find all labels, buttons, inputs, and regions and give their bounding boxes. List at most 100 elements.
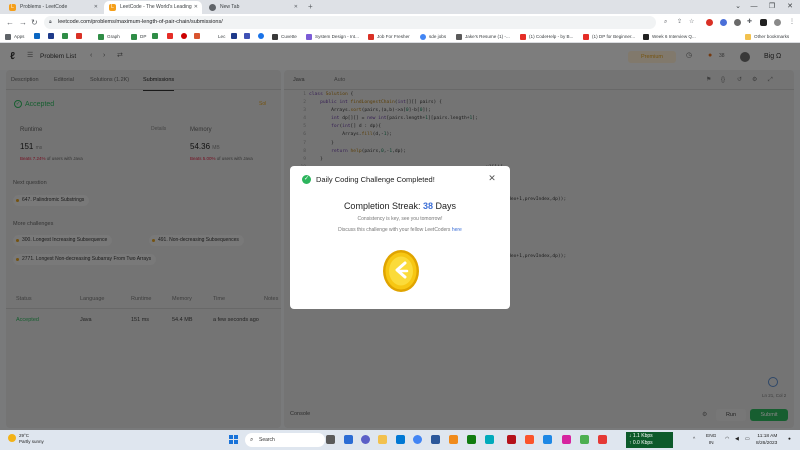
- app-icon[interactable]: [507, 435, 516, 444]
- sun-icon: [8, 434, 16, 442]
- extension-icon[interactable]: [734, 19, 741, 26]
- bookmark-icon: [48, 33, 54, 39]
- close-icon[interactable]: ✕: [294, 1, 298, 14]
- new-tab-button[interactable]: +: [308, 1, 313, 13]
- tab-problems[interactable]: L Problems - LeetCode ✕: [4, 1, 102, 14]
- taskbar-search[interactable]: ⌕ Search: [245, 433, 325, 447]
- volume-icon[interactable]: ◀: [735, 430, 739, 450]
- folder-icon: [745, 34, 751, 40]
- battery-icon[interactable]: ▭: [745, 430, 750, 450]
- file-explorer-icon[interactable]: [378, 435, 387, 444]
- sidepanel-icon[interactable]: [760, 19, 767, 26]
- bookmark-apps[interactable]: Apps: [5, 33, 24, 41]
- youtube-icon: [167, 33, 173, 39]
- app-icon[interactable]: [598, 435, 607, 444]
- gfg-icon: [131, 34, 137, 40]
- tab-title: New Tab: [220, 4, 240, 10]
- bookmark-gfg[interactable]: [62, 33, 68, 42]
- reload-icon[interactable]: ↻: [31, 16, 38, 29]
- bookmark-linkedin[interactable]: [34, 33, 40, 42]
- bookmark-red[interactable]: [181, 33, 187, 42]
- bookmark-sde-jobs[interactable]: sde jobs: [420, 33, 446, 41]
- consistency-note: Consistency is key, see you tomorrow!: [357, 216, 443, 222]
- close-window-button[interactable]: ✕: [780, 0, 800, 13]
- tab-new-tab[interactable]: New Tab ✕: [204, 1, 302, 14]
- zoom-icon[interactable]: ⌕: [664, 16, 667, 29]
- bookmark-c[interactable]: [258, 33, 264, 42]
- bookmark-codehelp[interactable]: (1) CodeHelp - by B...: [520, 33, 573, 41]
- word-icon[interactable]: [431, 435, 440, 444]
- share-icon[interactable]: ⇪: [677, 16, 682, 29]
- notification-icon[interactable]: ●: [788, 430, 791, 450]
- check-circle-icon: ✓: [302, 175, 311, 184]
- bookmark-resume[interactable]: Jake's Resume (1) -...: [456, 33, 510, 41]
- bookmark-n[interactable]: [244, 33, 250, 42]
- profile-avatar[interactable]: [774, 19, 781, 26]
- extension-icon[interactable]: [720, 19, 727, 26]
- bookmark-lec[interactable]: Lec: [218, 33, 225, 41]
- bookmark-gfg2[interactable]: [152, 33, 158, 42]
- edge-icon[interactable]: [396, 435, 405, 444]
- bookmark-m[interactable]: [48, 33, 54, 42]
- instagram-icon[interactable]: [562, 435, 571, 444]
- bookmark-graph[interactable]: Graph: [98, 33, 120, 41]
- challenge-complete-modal: ✓ Daily Coding Challenge Completed! ✕ Co…: [290, 166, 510, 309]
- forward-icon[interactable]: →: [19, 16, 27, 29]
- app-icon[interactable]: [580, 435, 589, 444]
- lock-icon: 🔒︎: [49, 19, 52, 25]
- bookmark-icon: [194, 33, 200, 39]
- taskview-icon[interactable]: [326, 435, 335, 444]
- bookmark-icon: [258, 33, 264, 39]
- close-icon[interactable]: ✕: [194, 1, 198, 14]
- excel-icon[interactable]: [467, 435, 476, 444]
- bookmark-yt[interactable]: [167, 33, 173, 42]
- tray-chevron-icon[interactable]: ^: [693, 430, 695, 450]
- bookmark-mail[interactable]: [76, 33, 82, 42]
- leetcode-favicon-icon: L: [109, 4, 116, 11]
- discuss-link[interactable]: here: [452, 227, 462, 233]
- bookmark-system-design[interactable]: System Design - Int...: [306, 33, 359, 41]
- google-icon: [420, 34, 426, 40]
- browser-tab-bar: L Problems - LeetCode ✕ L LeetCode - The…: [0, 0, 800, 14]
- language-indicator[interactable]: ENG IN: [706, 433, 716, 447]
- wifi-icon[interactable]: ◠: [725, 430, 729, 450]
- bookmark-week6[interactable]: Week 6 Interview Q...: [643, 33, 696, 41]
- modal-title: Daily Coding Challenge Completed!: [316, 175, 435, 184]
- extensions-puzzle-icon[interactable]: ✚: [747, 16, 752, 29]
- bookmark-b[interactable]: [231, 33, 237, 42]
- back-icon[interactable]: ←: [6, 16, 14, 29]
- bookmark-cb[interactable]: [194, 33, 200, 42]
- app-icon[interactable]: [485, 435, 494, 444]
- youtube-icon: [583, 34, 589, 40]
- minimize-button[interactable]: —: [744, 0, 764, 13]
- close-icon[interactable]: ✕: [94, 1, 98, 14]
- gfg-icon: [152, 33, 158, 39]
- bookmark-job[interactable]: Job For Fresher: [368, 33, 410, 41]
- medal-badge-icon: [383, 250, 419, 292]
- vlc-icon[interactable]: [449, 435, 458, 444]
- brave-icon[interactable]: [525, 435, 534, 444]
- extension-icon[interactable]: [706, 19, 713, 26]
- chat-icon[interactable]: [361, 435, 370, 444]
- tab-leetcode[interactable]: L LeetCode - The World's Leading ✕: [104, 1, 202, 14]
- chrome-icon[interactable]: [413, 435, 422, 444]
- bookmark-dp[interactable]: DP: [131, 33, 146, 41]
- bookmark-dp-beginner[interactable]: (1) DP for Beginner...: [583, 33, 635, 41]
- app-icon[interactable]: [543, 435, 552, 444]
- menu-kebab-icon[interactable]: ⋮: [789, 16, 795, 29]
- windows-start-icon[interactable]: [229, 435, 238, 444]
- leetcode-favicon-icon: L: [9, 4, 16, 11]
- widgets-icon[interactable]: [344, 435, 353, 444]
- bookmark-icon: [231, 33, 237, 39]
- other-bookmarks[interactable]: Other bookmarks: [745, 33, 789, 41]
- url-input[interactable]: 🔒︎ leetcode.com/problems/maximum-length-…: [44, 16, 656, 29]
- weather-widget[interactable]: 29°C Partly sunny: [8, 433, 44, 445]
- bookmark-icon: [181, 33, 187, 39]
- windows-taskbar: 29°C Partly sunny ⌕ Search ↓ 1.1 Kbps ↑ …: [0, 430, 800, 450]
- maximize-button[interactable]: ❐: [762, 0, 782, 13]
- bookmark-cuvette[interactable]: Cuvette: [272, 33, 297, 41]
- bookmark-star-icon[interactable]: ☆: [689, 16, 694, 29]
- clock[interactable]: 11:18 AM 8/26/2023: [756, 433, 777, 447]
- close-icon[interactable]: ✕: [486, 172, 498, 184]
- completion-streak: Completion Streak: 38 Days: [343, 201, 457, 211]
